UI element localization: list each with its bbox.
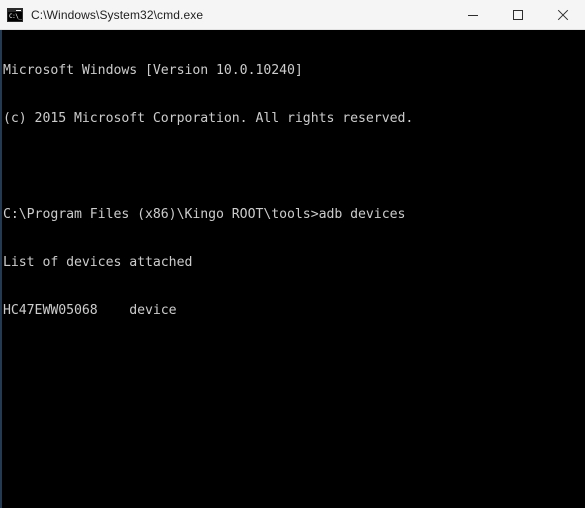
console-line-command: C:\Program Files (x86)\Kingo ROOT\tools>… [3, 207, 406, 222]
title-bar[interactable]: C:\_ C:\Windows\System32\cmd.exe [0, 0, 585, 30]
console-line: List of devices attached [3, 255, 193, 270]
maximize-icon [512, 9, 523, 20]
console-line-blank [3, 159, 585, 175]
cmd-exe-icon: C:\_ [7, 7, 23, 22]
close-icon [557, 9, 568, 20]
maximize-button[interactable] [495, 0, 540, 30]
minimize-button[interactable] [450, 0, 495, 30]
minimize-icon [467, 14, 478, 16]
cmd-window: C:\_ C:\Windows\System32\cmd.exe Microso… [0, 0, 585, 508]
console-line: Microsoft Windows [Version 10.0.10240] [3, 63, 303, 78]
window-controls [450, 0, 585, 30]
terminal-output-area[interactable]: Microsoft Windows [Version 10.0.10240] (… [0, 30, 585, 508]
console-lines: Microsoft Windows [Version 10.0.10240] (… [2, 30, 585, 351]
window-title: C:\Windows\System32\cmd.exe [31, 7, 204, 22]
close-button[interactable] [540, 0, 585, 30]
icon-prompt-glyph: C:\_ [8, 11, 22, 21]
console-line-device: HC47EWW05068 device [3, 303, 177, 318]
console-line: (c) 2015 Microsoft Corporation. All righ… [3, 111, 414, 126]
